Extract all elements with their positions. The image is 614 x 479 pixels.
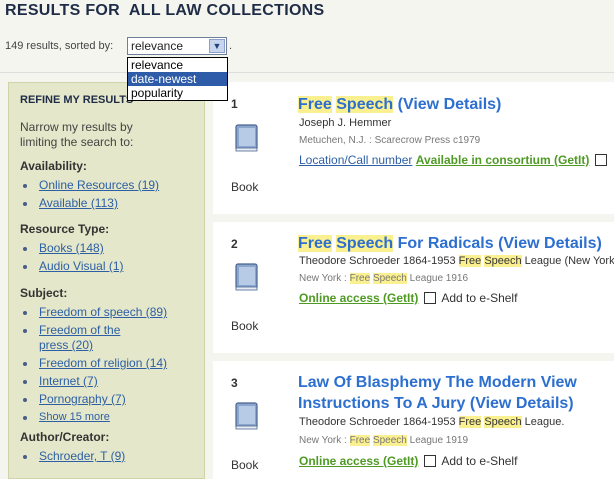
getit-link[interactable]: Online access (GetIt)	[299, 291, 418, 305]
facet-link-internet[interactable]: Internet (7)	[39, 374, 98, 388]
highlight: Speech	[372, 435, 407, 446]
result-author: Joseph J. Hemmer	[299, 117, 392, 129]
result-actions: Online access (GetIt) Add to e-Shelf	[299, 454, 517, 468]
facet-author: Author/Creator: Schroeder, T (9)	[20, 430, 200, 467]
highlight: Free	[349, 273, 371, 284]
resource-type-label: Book	[231, 319, 259, 333]
facet-heading: Subject:	[20, 286, 68, 300]
highlight: Free	[298, 96, 332, 113]
facet-link-schroeder[interactable]: Schroeder, T (9)	[39, 449, 125, 463]
author-text: Theodore Schroeder 1864-1953	[299, 255, 459, 267]
highlight: Free	[298, 235, 332, 252]
result-author: Theodore Schroeder 1864-1953 Free Speech…	[299, 416, 564, 428]
facet-item: Books (148)	[20, 241, 200, 256]
sort-select[interactable]: relevance ▼	[127, 37, 227, 55]
results-list: 1 Book Free Speech (View Details) Joseph…	[213, 82, 614, 479]
highlight: Free	[458, 416, 482, 428]
book-icon	[235, 263, 258, 291]
eshelf-checkbox[interactable]	[595, 154, 608, 166]
author-text: League.	[521, 416, 565, 428]
result-author: Theodore Schroeder 1864-1953 Free Speech…	[299, 255, 614, 267]
sidebar-intro: Narrow my results by limiting the search…	[20, 120, 134, 149]
location-call-number-link[interactable]: Location/Call number	[299, 153, 412, 167]
facet-subject: Subject: Freedom of speech (89) Freedom …	[20, 286, 200, 425]
result-title-link[interactable]: Free Speech For Radicals (View Details)	[298, 233, 602, 254]
pub-text: New York :	[299, 273, 350, 284]
page-title: RESULTS FOR ALL LAW COLLECTIONS	[5, 2, 325, 19]
sort-suffix: .	[229, 40, 233, 52]
author-text: League (New York)	[521, 255, 614, 267]
eshelf-checkbox[interactable]	[424, 455, 437, 467]
facet-link-freedom-of-speech[interactable]: Freedom of speech (89)	[39, 305, 167, 319]
highlight: Speech	[484, 255, 522, 267]
result-title-link[interactable]: Law Of Blasphemy The Modern View Instruc…	[298, 372, 614, 414]
result-publication: New York : Free Speech League 1916	[299, 273, 468, 284]
result-item: 3 Book Law Of Blasphemy The Modern View …	[213, 361, 614, 479]
highlight: Speech	[372, 273, 407, 284]
book-icon	[235, 402, 258, 430]
facet-item: Available (113)	[20, 196, 200, 211]
result-item: 2 Book Free Speech For Radicals (View De…	[213, 222, 614, 353]
eshelf-label[interactable]: Add to e-Shelf	[441, 291, 517, 305]
highlight: Speech	[484, 416, 522, 428]
facet-heading: Availability:	[20, 159, 87, 173]
sort-option-relevance[interactable]: relevance	[128, 58, 227, 72]
facet-link-freedom-of-religion[interactable]: Freedom of religion (14)	[39, 356, 167, 370]
facet-item: Audio Visual (1)	[20, 259, 200, 274]
facet-item: Pornography (7)	[20, 392, 200, 407]
result-publication: New York : Free Speech League 1919	[299, 435, 468, 446]
resource-type-label: Book	[231, 180, 259, 194]
facet-link-pornography[interactable]: Pornography (7)	[39, 392, 126, 406]
facet-availability: Availability: Online Resources (19) Avai…	[20, 159, 200, 214]
sidebar-title: REFINE MY RESULTS	[20, 94, 134, 106]
show-more-link[interactable]: Show 15 more	[20, 410, 200, 425]
facet-item: Internet (7)	[20, 374, 200, 389]
facet-resource-type: Resource Type: Books (148) Audio Visual …	[20, 222, 200, 277]
highlight: Free	[349, 435, 371, 446]
highlight: Speech	[336, 96, 394, 113]
sort-option-popularity[interactable]: popularity	[128, 86, 227, 100]
pub-text: League 1916	[406, 273, 469, 284]
book-icon	[235, 124, 258, 152]
facet-link-online-resources[interactable]: Online Resources (19)	[39, 178, 159, 192]
facet-item: Freedom of speech (89)	[20, 305, 200, 320]
title-rest: (View Details)	[393, 96, 502, 113]
facet-item: Freedom of the press (20)	[20, 323, 130, 353]
pub-text: League 1919	[406, 435, 469, 446]
facet-item: Online Resources (19)	[20, 178, 200, 193]
result-number: 2	[231, 237, 238, 251]
sort-option-date-newest[interactable]: date-newest	[128, 72, 227, 86]
eshelf-label[interactable]: Add to e-Shelf	[441, 454, 517, 468]
highlight: Free	[458, 255, 482, 267]
facet-heading: Author/Creator:	[20, 430, 110, 444]
facet-link-freedom-of-press[interactable]: Freedom of the press (20)	[39, 323, 120, 352]
sort-dropdown-list: relevance date-newest popularity	[127, 57, 228, 101]
result-item: 1 Book Free Speech (View Details) Joseph…	[213, 82, 614, 214]
getit-link[interactable]: Available in consortium (GetIt)	[416, 153, 590, 167]
facet-item: Schroeder, T (9)	[20, 449, 200, 464]
result-title-link[interactable]: Free Speech (View Details)	[298, 94, 501, 115]
resource-type-label: Book	[231, 458, 259, 472]
result-actions: Online access (GetIt) Add to e-Shelf	[299, 291, 517, 305]
divider	[0, 72, 614, 73]
facet-heading: Resource Type:	[20, 222, 110, 236]
facet-link-books[interactable]: Books (148)	[39, 241, 104, 255]
sort-selected-value: relevance	[131, 39, 184, 53]
facet-link-audio-visual[interactable]: Audio Visual (1)	[39, 259, 124, 273]
result-number: 3	[231, 376, 238, 390]
facet-link-available[interactable]: Available (113)	[39, 196, 118, 210]
results-count: 149 results, sorted by:	[5, 40, 114, 52]
author-text: Theodore Schroeder 1864-1953	[299, 416, 459, 428]
result-actions: Location/Call number Available in consor…	[299, 153, 608, 167]
highlight: Speech	[336, 235, 394, 252]
eshelf-checkbox[interactable]	[424, 292, 437, 304]
result-number: 1	[231, 97, 238, 111]
refine-sidebar: REFINE MY RESULTS Narrow my results by l…	[8, 82, 205, 479]
getit-link[interactable]: Online access (GetIt)	[299, 454, 418, 468]
pub-text: New York :	[299, 435, 350, 446]
chevron-down-icon[interactable]: ▼	[209, 39, 225, 53]
facet-item: Freedom of religion (14)	[20, 356, 200, 371]
title-rest: For Radicals (View Details)	[393, 235, 602, 252]
result-publication: Metuchen, N.J. : Scarecrow Press c1979	[299, 135, 481, 146]
